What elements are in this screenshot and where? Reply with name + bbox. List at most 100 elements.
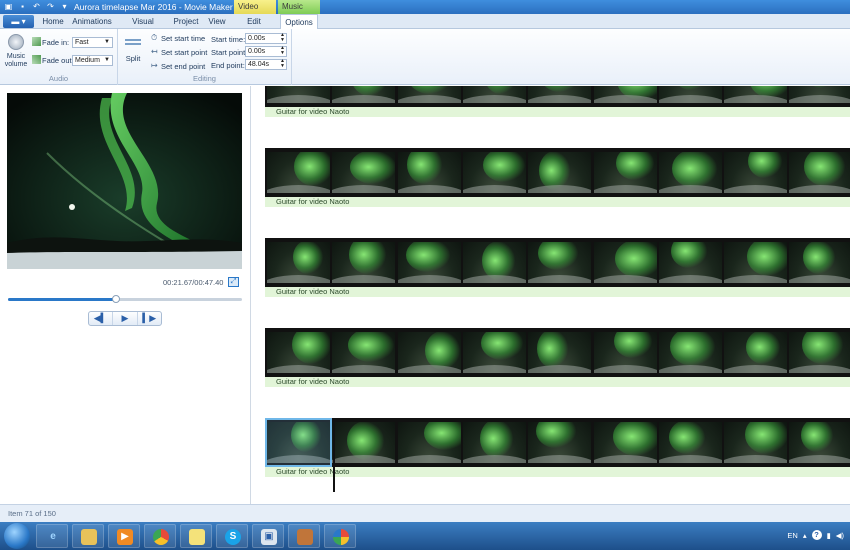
help-icon[interactable]: ?: [811, 530, 822, 540]
music-clip-bar[interactable]: Guitar for video Naoto: [265, 377, 850, 387]
clip-thumbnail[interactable]: [528, 242, 592, 283]
music-volume-button[interactable]: Music volume: [3, 32, 29, 74]
end-point-input[interactable]: 48.04s ▲ ▼: [245, 59, 287, 70]
clip-thumbnail[interactable]: [332, 332, 396, 373]
music-clip-bar[interactable]: Guitar for video Naoto: [265, 467, 850, 477]
clip-thumbnail[interactable]: [658, 86, 722, 103]
set-start-time-button[interactable]: ⏱ Set start time: [151, 33, 207, 44]
next-frame-icon[interactable]: ▍▶: [138, 312, 161, 325]
clip-thumbnail[interactable]: [397, 332, 461, 373]
clip-thumbnail[interactable]: [724, 242, 788, 283]
music-clip-bar[interactable]: Guitar for video Naoto: [265, 107, 850, 117]
fade-in-select[interactable]: Fast ▼: [72, 37, 113, 48]
clip-thumbnail[interactable]: [332, 242, 396, 283]
split-button[interactable]: Split: [121, 33, 145, 69]
video-preview[interactable]: [7, 93, 242, 269]
clip-thumbnail[interactable]: [658, 332, 722, 373]
video-clip-strip[interactable]: [265, 328, 850, 377]
clip-thumbnail[interactable]: [332, 86, 396, 103]
tab-options[interactable]: Options: [280, 14, 318, 30]
clip-thumbnail[interactable]: [528, 152, 592, 193]
customize-qat-icon[interactable]: ▾: [60, 2, 69, 11]
spinner-arrows-icon[interactable]: ▲ ▼: [280, 59, 285, 69]
clip-thumbnail[interactable]: [658, 152, 722, 193]
clip-thumbnail[interactable]: [397, 86, 461, 103]
taskbar-photo-gallery[interactable]: [324, 524, 356, 548]
clip-thumbnail[interactable]: [724, 332, 788, 373]
play-icon[interactable]: ▶: [113, 312, 138, 325]
spinner-arrows-icon[interactable]: ▲ ▼: [280, 33, 285, 43]
clip-thumbnail[interactable]: [528, 332, 592, 373]
clip-thumbnail[interactable]: [267, 242, 330, 283]
clip-thumbnail[interactable]: [789, 422, 850, 463]
clip-thumbnail[interactable]: [724, 86, 788, 103]
spinner-arrows-icon[interactable]: ▲ ▼: [280, 46, 285, 56]
hidden-icons-icon[interactable]: ▴: [803, 531, 807, 540]
clip-thumbnail[interactable]: [267, 152, 330, 193]
taskbar-skype[interactable]: S: [216, 524, 248, 548]
fade-out-select[interactable]: Medium ▼: [72, 55, 113, 66]
clip-thumbnail[interactable]: [462, 422, 526, 463]
clip-thumbnail[interactable]: [593, 242, 657, 283]
tab-view[interactable]: View: [206, 14, 228, 29]
clip-thumbnail[interactable]: [397, 242, 461, 283]
tab-animations[interactable]: Animations: [72, 14, 112, 29]
clip-thumbnail[interactable]: [658, 422, 722, 463]
clip-thumbnail[interactable]: [789, 242, 850, 283]
clip-thumbnail[interactable]: [462, 332, 526, 373]
video-clip-strip[interactable]: [265, 418, 850, 467]
storyboard[interactable]: Guitar for video Naoto Guitar for video N…: [252, 86, 850, 504]
clip-thumbnail[interactable]: [593, 422, 657, 463]
volume-icon[interactable]: ◀): [836, 531, 844, 540]
clip-thumbnail[interactable]: [462, 86, 526, 103]
clip-thumbnail[interactable]: [724, 152, 788, 193]
video-clip-strip[interactable]: [265, 86, 850, 107]
undo-icon[interactable]: ↶: [32, 2, 41, 11]
taskbar-media-player[interactable]: ▶: [108, 524, 140, 548]
playhead[interactable]: [333, 418, 335, 492]
video-clip-strip[interactable]: [265, 148, 850, 197]
start-time-input[interactable]: 0.00s ▲ ▼: [245, 33, 287, 44]
clip-thumbnail[interactable]: [724, 422, 788, 463]
taskbar-sticky-notes[interactable]: [180, 524, 212, 548]
set-start-point-button[interactable]: ↤ Set start point: [151, 47, 207, 58]
expand-preview-icon[interactable]: ⤢: [228, 277, 239, 287]
clip-thumbnail[interactable]: [462, 242, 526, 283]
language-indicator[interactable]: EN: [787, 531, 797, 540]
clip-thumbnail[interactable]: [528, 422, 592, 463]
clip-thumbnail[interactable]: [658, 242, 722, 283]
taskbar-chrome[interactable]: [144, 524, 176, 548]
clip-thumbnail[interactable]: [332, 152, 396, 193]
clip-thumbnail[interactable]: [528, 86, 592, 103]
clip-thumbnail[interactable]: [267, 332, 330, 373]
music-clip-bar[interactable]: Guitar for video Naoto: [265, 197, 850, 207]
clip-thumbnail[interactable]: [397, 422, 461, 463]
tab-home[interactable]: Home: [40, 14, 66, 29]
tab-edit[interactable]: Edit: [240, 14, 268, 29]
set-end-point-button[interactable]: ↦ Set end point: [151, 61, 207, 72]
clip-thumbnail[interactable]: [789, 152, 850, 193]
taskbar-ie[interactable]: e: [36, 524, 68, 548]
start-point-input[interactable]: 0.00s ▲ ▼: [245, 46, 287, 57]
save-icon[interactable]: ▪: [18, 2, 27, 11]
app-icon[interactable]: ▣: [4, 2, 13, 11]
taskbar-explorer[interactable]: [72, 524, 104, 548]
tab-visual-effects[interactable]: Visual Effects: [119, 14, 167, 41]
selected-clip[interactable]: [265, 418, 332, 467]
start-button[interactable]: [4, 523, 30, 549]
clip-thumbnail[interactable]: [462, 152, 526, 193]
tab-project[interactable]: Project: [172, 14, 200, 29]
clip-thumbnail[interactable]: [332, 422, 396, 463]
clip-thumbnail[interactable]: [789, 332, 850, 373]
video-clip-strip[interactable]: [265, 238, 850, 287]
clip-thumbnail[interactable]: [789, 86, 850, 103]
clip-thumbnail[interactable]: [593, 152, 657, 193]
clip-thumbnail[interactable]: [397, 152, 461, 193]
file-menu-button[interactable]: ▬ ▾: [3, 15, 34, 28]
seek-slider[interactable]: [8, 295, 242, 303]
seek-thumb[interactable]: [111, 295, 120, 303]
redo-icon[interactable]: ↷: [46, 2, 55, 11]
network-icon[interactable]: ▮: [827, 531, 831, 540]
previous-frame-icon[interactable]: ◀▍: [89, 312, 114, 325]
taskbar-app[interactable]: ▣: [252, 524, 284, 548]
